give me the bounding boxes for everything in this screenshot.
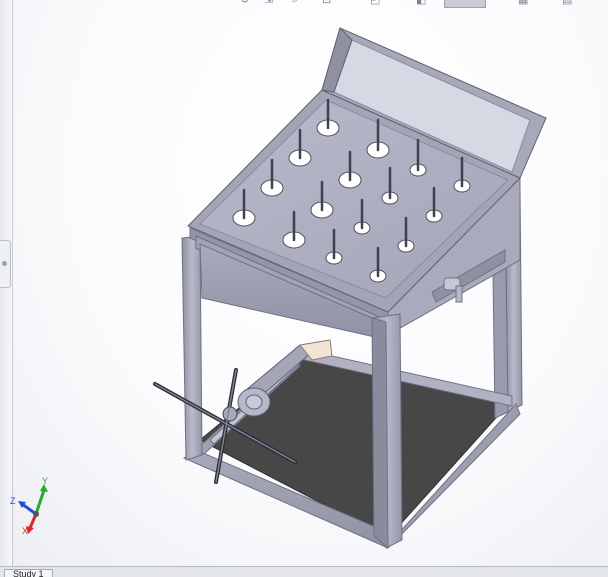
triad-y-label: Y [42, 476, 49, 486]
base-plate [199, 357, 513, 539]
graphics-area[interactable]: ↻ ⇲ ⌕ ⊡ ◰ ◧ ▦ ▤ Y Z X [0, 0, 608, 566]
reference-triad: Y Z X [8, 476, 60, 538]
front-left-leg [181, 235, 203, 461]
triad-z-label: Z [10, 496, 16, 506]
front-right-leg [371, 313, 403, 550]
cad-model[interactable] [0, 0, 608, 566]
document-tab-bar: Study 1 [0, 566, 608, 577]
triad-x-label: X [22, 526, 29, 536]
